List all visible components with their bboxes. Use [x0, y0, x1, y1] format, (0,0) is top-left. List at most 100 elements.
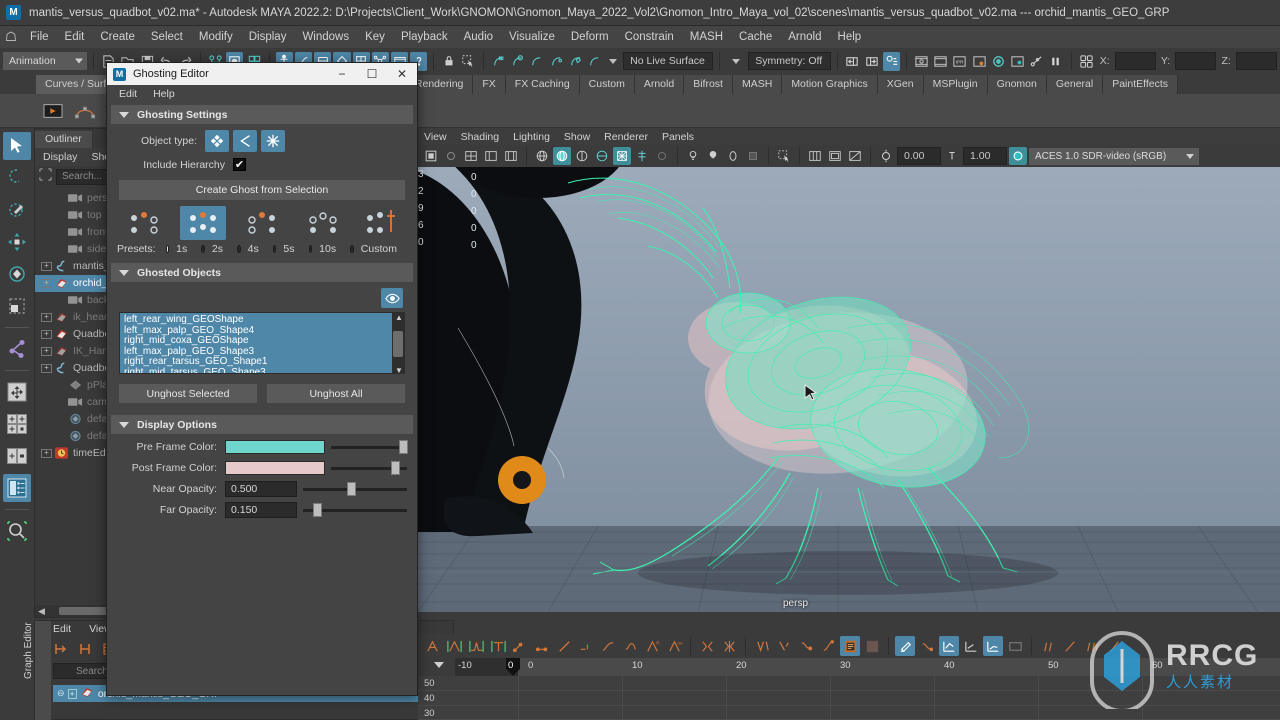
graph-editor-tab[interactable]: Graph Editor: [23, 621, 51, 720]
ghost-step-preset-3[interactable]: [298, 206, 344, 240]
shade-wireframe-icon[interactable]: [573, 147, 591, 165]
set-key-rotate-icon[interactable]: [466, 636, 486, 656]
bake-anim-icon[interactable]: [1038, 636, 1058, 656]
snap-to-grid-icon[interactable]: [490, 52, 507, 71]
grid-toggle-icon[interactable]: [806, 147, 824, 165]
time-editor-icon[interactable]: [983, 636, 1003, 656]
preset-radio-1s[interactable]: [165, 245, 170, 253]
ghosted-objects-list[interactable]: left_rear_wing_GEOShape left_max_palp_GEO…: [119, 312, 405, 374]
expand-icon[interactable]: +: [41, 261, 52, 271]
search-tool-icon[interactable]: [3, 517, 31, 545]
redo-render-icon[interactable]: [932, 52, 949, 71]
resolution-gate-icon[interactable]: [846, 147, 864, 165]
breakdown-key-offset-icon[interactable]: oo: [664, 636, 684, 656]
ipr-render-icon[interactable]: IPR: [951, 52, 968, 71]
far-opacity-input[interactable]: 0.150: [225, 502, 297, 518]
wireframe-shading-icon[interactable]: [533, 147, 551, 165]
expand-icon[interactable]: +: [41, 312, 52, 322]
render-settings-icon[interactable]: [970, 52, 987, 71]
preset-radio-4s[interactable]: [237, 245, 241, 253]
shelf-tab-xgen[interactable]: XGen: [877, 75, 924, 94]
preset-label-custom[interactable]: Custom: [361, 243, 397, 255]
symmetry-field[interactable]: Symmetry: Off: [748, 52, 832, 70]
menu-mash[interactable]: MASH: [682, 26, 731, 48]
absolute-transform-icon[interactable]: [1078, 52, 1095, 71]
lighting-default-icon[interactable]: [684, 147, 702, 165]
lock-icon[interactable]: [440, 52, 457, 71]
preset-label-2s[interactable]: 2s: [212, 243, 223, 255]
live-surface-field[interactable]: No Live Surface: [623, 52, 714, 70]
shelf-tab-bifrost[interactable]: Bifrost: [684, 75, 733, 94]
gamma-input[interactable]: 1.00: [963, 147, 1007, 165]
preset-label-5s[interactable]: 5s: [283, 243, 294, 255]
make-live-icon[interactable]: [586, 52, 603, 71]
preset-radio-10s[interactable]: [308, 245, 313, 253]
exposure-input[interactable]: 0.00: [897, 147, 941, 165]
toggle-hardware-render-icon[interactable]: [1028, 52, 1045, 71]
filter-icon[interactable]: [39, 167, 52, 186]
graph-editor-open-icon[interactable]: [939, 636, 959, 656]
transform-z-input[interactable]: [1235, 52, 1277, 70]
motion-trail-icon[interactable]: [818, 636, 838, 656]
viewport-menu-panels[interactable]: Panels: [662, 131, 694, 143]
set-key-scale-icon[interactable]: [488, 636, 508, 656]
show-hide-editors-left-icon[interactable]: [844, 52, 861, 71]
shelf-tab-motion-graphics[interactable]: Motion Graphics: [782, 75, 878, 94]
two-pane-layout-icon[interactable]: [3, 442, 31, 470]
slider-handle[interactable]: [312, 503, 322, 517]
paint-select-tool-icon[interactable]: [3, 196, 31, 224]
menu-arnold[interactable]: Arnold: [780, 26, 829, 48]
tween-machine-icon[interactable]: [752, 636, 772, 656]
snap-to-projected-icon[interactable]: [547, 52, 564, 71]
shelf-tab-msplugin[interactable]: MSPlugin: [923, 75, 988, 94]
key-tangent-clamped-icon[interactable]: [510, 636, 530, 656]
preset-label-1s[interactable]: 1s: [176, 243, 187, 255]
slider-handle[interactable]: [346, 482, 356, 496]
image-plane-icon[interactable]: [502, 147, 520, 165]
camera-attributes-icon[interactable]: [462, 147, 480, 165]
select-camera-icon[interactable]: [422, 147, 440, 165]
menu-playback[interactable]: Playback: [393, 26, 456, 48]
shelf-tab-custom[interactable]: Custom: [579, 75, 635, 94]
transform-x-input[interactable]: [1114, 52, 1156, 70]
transform-y-input[interactable]: [1175, 52, 1217, 70]
preset-radio-custom[interactable]: [350, 245, 354, 253]
far-opacity-slider[interactable]: [303, 502, 407, 518]
menu-edit[interactable]: Edit: [57, 26, 93, 48]
pre-frame-color-swatch[interactable]: [225, 440, 325, 454]
ghosted-objects-scrollbar[interactable]: ▲ ▼: [392, 313, 404, 373]
ghost-prev-icon[interactable]: [774, 636, 794, 656]
viewport-menu-shading[interactable]: Shading: [461, 131, 500, 143]
key-tangent-linear-icon[interactable]: [554, 636, 574, 656]
select-tool-icon[interactable]: [3, 132, 31, 160]
texture-icon[interactable]: [633, 147, 651, 165]
maximize-icon[interactable]: ☐: [357, 63, 387, 85]
menuset-selector[interactable]: Animation: [3, 52, 88, 70]
viewport-menu-view[interactable]: View: [424, 131, 447, 143]
xray-joints-icon[interactable]: [613, 147, 631, 165]
menu-audio[interactable]: Audio: [456, 26, 501, 48]
exposure-icon[interactable]: [877, 147, 895, 165]
ghosting-menu-help[interactable]: Help: [153, 88, 175, 100]
collapse-icon[interactable]: ⊖: [57, 688, 65, 699]
color-space-selector[interactable]: ACES 1.0 SDR-video (sRGB): [1029, 147, 1199, 165]
shelf-tab-gnomon[interactable]: Gnomon: [987, 75, 1047, 94]
scroll-down-icon[interactable]: ▼: [395, 366, 403, 373]
animation-layer-icon[interactable]: [917, 636, 937, 656]
ghost-joint-icon[interactable]: [261, 130, 285, 152]
ghosting-settings-section-header[interactable]: Ghosting Settings: [111, 105, 413, 124]
viewport-menu-lighting[interactable]: Lighting: [513, 131, 550, 143]
menu-key[interactable]: Key: [357, 26, 393, 48]
key-tangent-flat-icon[interactable]: [532, 636, 552, 656]
shelf-tab-general[interactable]: General: [1046, 75, 1104, 94]
show-hide-editors-right-icon[interactable]: [863, 52, 880, 71]
scroll-left-icon[interactable]: ◀: [38, 606, 45, 617]
ghost-step-preset-1[interactable]: [180, 206, 226, 240]
ghosted-object-item-0[interactable]: left_rear_wing_GEOShape: [120, 314, 404, 326]
lock-camera-icon[interactable]: [442, 147, 460, 165]
menu-create[interactable]: Create: [92, 26, 143, 48]
display-options-section-header[interactable]: Display Options: [111, 415, 413, 434]
unghost-selected-button[interactable]: Unghost Selected: [119, 384, 257, 403]
include-hierarchy-checkbox[interactable]: ✔: [233, 158, 246, 171]
rotate-tool-icon[interactable]: [3, 260, 31, 288]
